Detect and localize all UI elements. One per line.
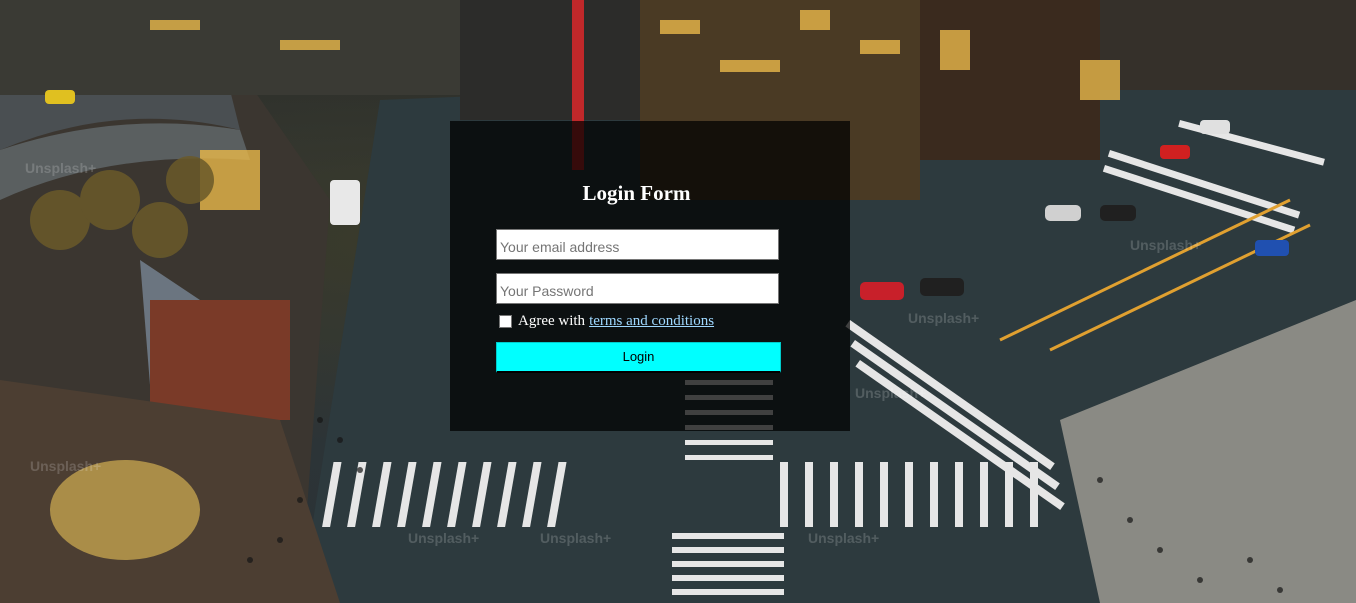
watermark: Unsplash+	[1130, 237, 1202, 253]
watermark: Unsplash+	[30, 458, 102, 474]
email-input[interactable]	[496, 229, 779, 260]
login-title: Login Form	[582, 181, 691, 205]
watermark: Unsplash+	[408, 530, 480, 546]
watermark: Unsplash+	[908, 310, 980, 326]
watermark: Unsplash+	[25, 160, 97, 176]
watermark: Unsplash+	[808, 530, 880, 546]
agree-checkbox[interactable]	[499, 315, 512, 328]
login-form-panel: Login Form Agree with terms and conditio…	[450, 121, 850, 431]
watermark: Unsplash+	[855, 385, 927, 401]
watermark: Unsplash+	[540, 530, 612, 546]
terms-link[interactable]: terms and conditions	[589, 313, 714, 330]
agree-terms-row: Agree with terms and conditions	[499, 313, 714, 330]
password-input[interactable]	[496, 273, 779, 304]
agree-label: Agree with	[518, 313, 586, 329]
login-button[interactable]: Login	[496, 342, 781, 373]
